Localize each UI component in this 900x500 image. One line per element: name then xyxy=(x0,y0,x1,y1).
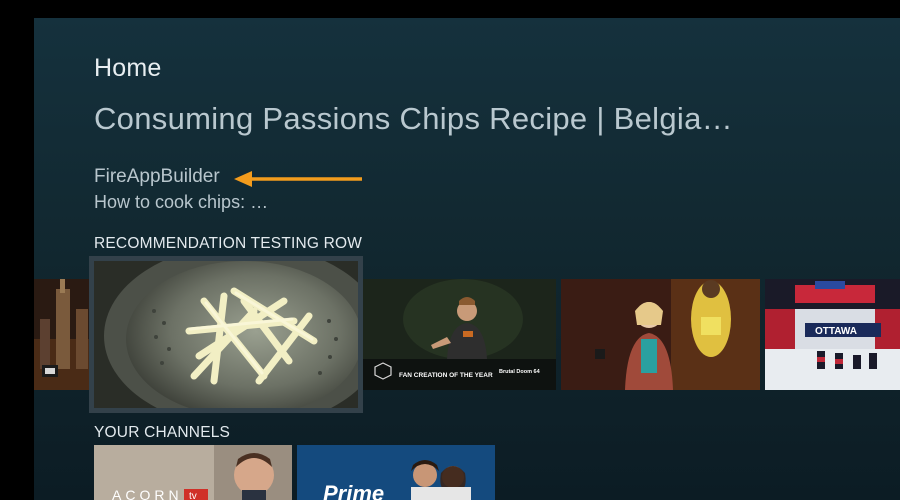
acorn-brand-badge: tv xyxy=(189,491,197,500)
acorn-brand-text: ACORN xyxy=(112,487,183,500)
prime-brand-text: Prime xyxy=(323,481,384,500)
award-project-name: Brutal Doom 64 xyxy=(499,369,541,375)
speaker-stage-thumbnail xyxy=(561,279,760,390)
ottawa-event-thumbnail: OTTAWA xyxy=(765,279,900,390)
page-title: Home xyxy=(94,54,162,82)
featured-description: How to cook chips: … xyxy=(94,192,269,212)
tile-ottawa-event[interactable]: OTTAWA xyxy=(765,279,900,390)
tile-speaker-stage[interactable] xyxy=(561,279,760,390)
annotation-arrow-icon xyxy=(234,171,362,187)
award-caption: FAN CREATION OF THE YEAR xyxy=(399,372,493,379)
row-title-recommendations: RECOMMENDATION TESTING ROW xyxy=(94,235,363,252)
channel-acorn-tv[interactable]: ACORN tv xyxy=(94,445,292,500)
award-stage-thumbnail: FAN CREATION OF THE YEAR Brutal Doom 64 xyxy=(363,279,556,390)
chips-colander-thumbnail xyxy=(94,261,358,408)
acorn-tv-thumbnail: ACORN tv xyxy=(94,445,292,500)
channel-prime[interactable]: Prime xyxy=(297,445,495,500)
tile-chips-colander[interactable] xyxy=(94,261,358,408)
ottawa-banner-text: OTTAWA xyxy=(815,326,857,337)
tile-city-night[interactable] xyxy=(34,279,94,390)
tile-fan-creation-award[interactable]: FAN CREATION OF THE YEAR Brutal Doom 64 xyxy=(363,279,556,390)
prime-thumbnail: Prime xyxy=(297,445,495,500)
featured-title: Consuming Passions Chips Recipe | Belgia… xyxy=(94,101,733,136)
row-title-your-channels: YOUR CHANNELS xyxy=(94,424,231,441)
app-name-label: FireAppBuilder xyxy=(94,166,220,187)
city-night-thumbnail xyxy=(34,279,94,390)
